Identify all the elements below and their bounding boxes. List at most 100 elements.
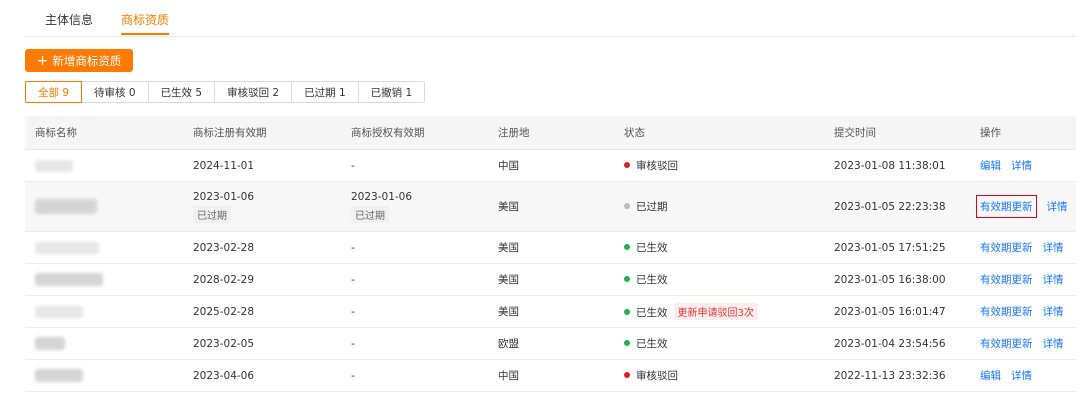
col-trademark-name: 商标名称 <box>25 116 183 150</box>
col-registration-validity: 商标注册有效期 <box>183 116 341 150</box>
table-header-row: 商标名称 商标注册有效期 商标授权有效期 注册地 状态 提交时间 操作 <box>25 116 1076 150</box>
submit-time-cell: 2023-01-04 23:54:56 <box>824 327 970 360</box>
status-text: 已生效 <box>636 338 668 350</box>
region-cell: 中国 <box>488 359 614 392</box>
actions-cell: 有效期更新 详情 <box>970 263 1076 296</box>
plus-icon: + <box>36 52 49 69</box>
submit-time-cell: 2023-01-05 16:01:47 <box>824 295 970 328</box>
filter-expired[interactable]: 已过期 1 <box>292 81 359 103</box>
details-link[interactable]: 详情 <box>1047 199 1068 214</box>
table-row: 2025-02-28 - 美国 已生效 更新申请驳回3次 2023-01-05 1… <box>25 295 1076 328</box>
redacted-trademark-name <box>35 369 83 382</box>
status-cell: 已生效 更新申请驳回3次 <box>614 295 824 328</box>
col-status: 状态 <box>614 116 824 150</box>
col-region: 注册地 <box>488 116 614 150</box>
actions-cell: 有效期更新 详情 <box>970 231 1076 264</box>
status-dot-icon <box>624 309 630 315</box>
redacted-trademark-name <box>35 159 73 172</box>
table-row: 2023-01-06 已过期 2023-01-06 已过期 美国 已过期 202… <box>25 181 1076 232</box>
auth-date-text: 2023-01-06 <box>351 190 413 203</box>
redacted-trademark-name <box>35 337 65 350</box>
table-row: 2023-04-06 - 中国 审核驳回 2022-11-13 23:32:36… <box>25 359 1076 392</box>
region-cell: 美国 <box>488 231 614 264</box>
status-cell: 已生效 <box>614 231 824 264</box>
redacted-trademark-name <box>35 241 99 254</box>
status-cell: 已生效 <box>614 327 824 360</box>
validity-update-link[interactable]: 有效期更新 <box>980 240 1033 255</box>
actions-cell: 有效期更新 详情 <box>970 295 1076 328</box>
status-dot-icon <box>624 203 630 209</box>
status-cell: 审核驳回 <box>614 359 824 392</box>
region-cell: 美国 <box>488 263 614 296</box>
reg-date-cell: 2023-02-05 <box>183 327 341 360</box>
col-submit-time: 提交时间 <box>824 116 970 150</box>
reg-date-cell: 2023-01-06 已过期 <box>183 181 341 232</box>
table-row: 2024-11-01 - 中国 审核驳回 2023-01-08 11:38:01… <box>25 149 1076 182</box>
redacted-trademark-name <box>35 199 97 214</box>
expired-tag: 已过期 <box>193 205 231 223</box>
auth-date-cell: - <box>341 295 488 328</box>
filter-rejected[interactable]: 审核驳回 2 <box>215 81 293 103</box>
validity-update-link[interactable]: 有效期更新 <box>980 272 1033 287</box>
status-cell: 已生效 <box>614 263 824 296</box>
details-link[interactable]: 详情 <box>1043 304 1064 319</box>
details-link[interactable]: 详情 <box>1043 272 1064 287</box>
validity-update-link[interactable]: 有效期更新 <box>976 195 1037 218</box>
trademark-name-cell <box>25 263 183 296</box>
region-cell: 中国 <box>488 149 614 182</box>
auth-date-cell: - <box>341 149 488 182</box>
rejection-count-badge: 更新申请驳回3次 <box>673 303 758 320</box>
redacted-trademark-name <box>35 305 83 318</box>
status-text: 审核驳回 <box>636 160 678 172</box>
tab-entity-info[interactable]: 主体信息 <box>45 11 93 28</box>
details-link[interactable]: 详情 <box>1011 368 1032 383</box>
status-cell: 已过期 <box>614 181 824 232</box>
edit-link[interactable]: 编辑 <box>980 368 1001 383</box>
col-actions: 操作 <box>970 116 1076 150</box>
details-link[interactable]: 详情 <box>1043 240 1064 255</box>
status-text: 已过期 <box>636 201 668 213</box>
trademark-name-cell <box>25 149 183 182</box>
status-dot-icon <box>624 372 630 378</box>
auth-date-cell: - <box>341 263 488 296</box>
filter-pending[interactable]: 待审核 0 <box>82 81 149 103</box>
validity-update-link[interactable]: 有效期更新 <box>980 336 1033 351</box>
filter-revoked[interactable]: 已撤销 1 <box>358 81 426 103</box>
status-text: 已生效 <box>636 242 668 254</box>
table-row: 2023-02-28 - 美国 已生效 2023-01-05 17:51:25 … <box>25 231 1076 264</box>
status-dot-icon <box>624 244 630 250</box>
trademark-name-cell <box>25 231 183 264</box>
trademark-name-cell <box>25 359 183 392</box>
trademark-name-cell <box>25 295 183 328</box>
trademark-name-cell <box>25 181 183 232</box>
region-cell: 美国 <box>488 181 614 232</box>
expired-tag: 已过期 <box>351 205 389 223</box>
actions-cell: 有效期更新 详情 <box>970 181 1076 232</box>
status-dot-icon <box>624 276 630 282</box>
details-link[interactable]: 详情 <box>1011 158 1032 173</box>
tab-trademark-qualification[interactable]: 商标资质 <box>121 11 170 35</box>
status-filter-group: 全部 9 待审核 0 已生效 5 审核驳回 2 已过期 1 已撤销 1 <box>25 81 426 103</box>
add-trademark-label: 新增商标资质 <box>52 53 122 68</box>
reg-date-text: 2023-01-06 <box>193 190 255 203</box>
status-cell: 审核驳回 <box>614 149 824 182</box>
submit-time-cell: 2023-01-05 22:23:38 <box>824 181 970 232</box>
auth-date-cell: - <box>341 231 488 264</box>
trademark-table: 商标名称 商标注册有效期 商标授权有效期 注册地 状态 提交时间 操作 2024… <box>25 116 1076 392</box>
status-text: 已生效 <box>636 274 668 286</box>
reg-date-cell: 2025-02-28 <box>183 295 341 328</box>
reg-date-cell: 2028-02-29 <box>183 263 341 296</box>
filter-effective[interactable]: 已生效 5 <box>148 81 216 103</box>
edit-link[interactable]: 编辑 <box>980 158 1001 173</box>
add-trademark-button[interactable]: + 新增商标资质 <box>25 49 133 72</box>
submit-time-cell: 2023-01-05 16:38:00 <box>824 263 970 296</box>
table-row: 2023-02-05 - 欧盟 已生效 2023-01-04 23:54:56 … <box>25 327 1076 360</box>
validity-update-link[interactable]: 有效期更新 <box>980 304 1033 319</box>
reg-date-cell: 2023-04-06 <box>183 359 341 392</box>
auth-date-cell: - <box>341 359 488 392</box>
col-authorization-validity: 商标授权有效期 <box>341 116 488 150</box>
details-link[interactable]: 详情 <box>1043 336 1064 351</box>
submit-time-cell: 2022-11-13 23:32:36 <box>824 359 970 392</box>
submit-time-cell: 2023-01-05 17:51:25 <box>824 231 970 264</box>
filter-all[interactable]: 全部 9 <box>25 81 83 103</box>
